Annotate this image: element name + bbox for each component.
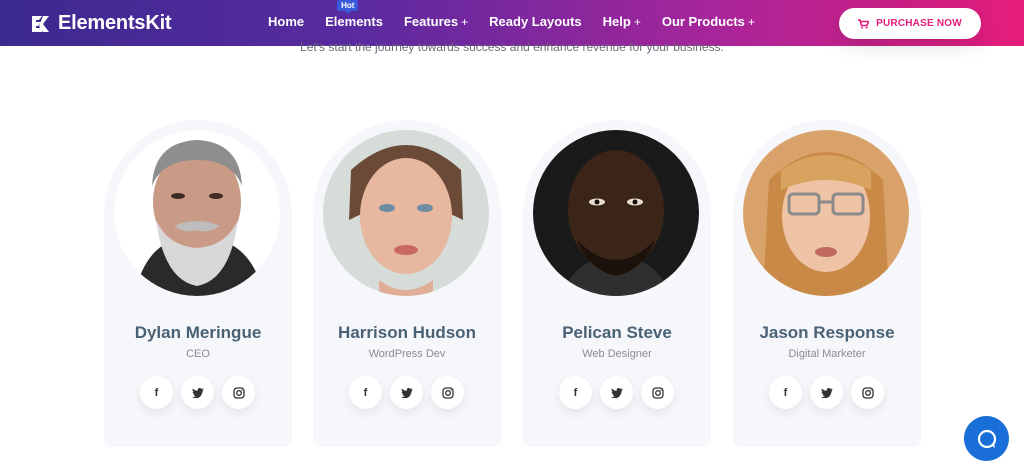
- twitter-icon[interactable]: [600, 376, 633, 409]
- brand-name: ElementsKit: [58, 12, 172, 34]
- menu-item-label: Ready Layouts: [489, 14, 582, 29]
- hot-badge: Hot: [337, 0, 359, 14]
- facebook-icon[interactable]: f: [349, 376, 382, 409]
- avatar: [743, 130, 909, 296]
- member-role: WordPress Dev: [368, 348, 446, 360]
- plus-icon: +: [747, 15, 755, 29]
- elementskit-logo-icon: [32, 15, 49, 32]
- elementskit-logo[interactable]: ElementsKit: [30, 12, 172, 35]
- social-links: f: [769, 376, 884, 409]
- menu-item-home[interactable]: Home: [268, 14, 304, 29]
- avatar: [533, 130, 699, 296]
- menu-item-label: Elements: [325, 14, 383, 29]
- chat-bubble-icon: [977, 429, 996, 448]
- instagram-icon[interactable]: [851, 376, 884, 409]
- facebook-icon[interactable]: f: [140, 376, 173, 409]
- instagram-icon[interactable]: [431, 376, 464, 409]
- avatar: [323, 130, 489, 296]
- twitter-icon[interactable]: [390, 376, 423, 409]
- avatar: [114, 130, 280, 296]
- member-name: Pelican Steve: [562, 323, 672, 342]
- twitter-icon[interactable]: [181, 376, 214, 409]
- member-role: Web Designer: [582, 348, 652, 360]
- social-links: f: [559, 376, 674, 409]
- twitter-icon[interactable]: [810, 376, 843, 409]
- member-name: Harrison Hudson: [338, 323, 476, 342]
- menu-item-label: Our Products: [661, 14, 745, 29]
- social-links: f: [140, 376, 255, 409]
- menu-item-features[interactable]: Features +: [404, 14, 468, 29]
- menu-item-our-products[interactable]: Our Products +: [662, 14, 755, 29]
- menu-item-help[interactable]: Help +: [603, 14, 641, 29]
- menu-item-label: Home: [268, 14, 305, 29]
- section-subtitle: Let's start the journey towards success …: [300, 40, 724, 54]
- member-name: Dylan Meringue: [134, 323, 262, 342]
- instagram-icon[interactable]: [222, 376, 255, 409]
- plus-icon: +: [461, 15, 469, 29]
- facebook-icon[interactable]: f: [769, 376, 802, 409]
- menu-item-ready-layouts[interactable]: Ready Layouts: [489, 14, 581, 29]
- team-card: Pelican Steve Web Designer f: [523, 120, 711, 447]
- menu-item-label: Features: [403, 14, 459, 29]
- team-card: Dylan Meringue CEO f: [104, 120, 292, 447]
- instagram-icon[interactable]: [641, 376, 674, 409]
- menu-item-elements[interactable]: Hot Elements: [325, 0, 383, 29]
- cart-icon: [858, 18, 870, 29]
- purchase-now-button[interactable]: PURCHASE NOW: [839, 8, 981, 39]
- facebook-icon[interactable]: f: [559, 376, 592, 409]
- purchase-now-label: PURCHASE NOW: [876, 18, 962, 29]
- menu-item-label: Help: [602, 14, 631, 29]
- team-card: Harrison Hudson WordPress Dev f: [313, 120, 501, 447]
- member-name: Jason Response: [759, 323, 895, 342]
- chat-support-button[interactable]: [964, 416, 1009, 461]
- social-links: f: [349, 376, 464, 409]
- main-menu: Home Hot Elements Features + Ready Layout…: [268, 0, 776, 29]
- member-role: Digital Marketer: [788, 348, 866, 360]
- member-role: CEO: [186, 348, 210, 360]
- plus-icon: +: [633, 15, 641, 29]
- team-card: Jason Response Digital Marketer f: [733, 120, 921, 447]
